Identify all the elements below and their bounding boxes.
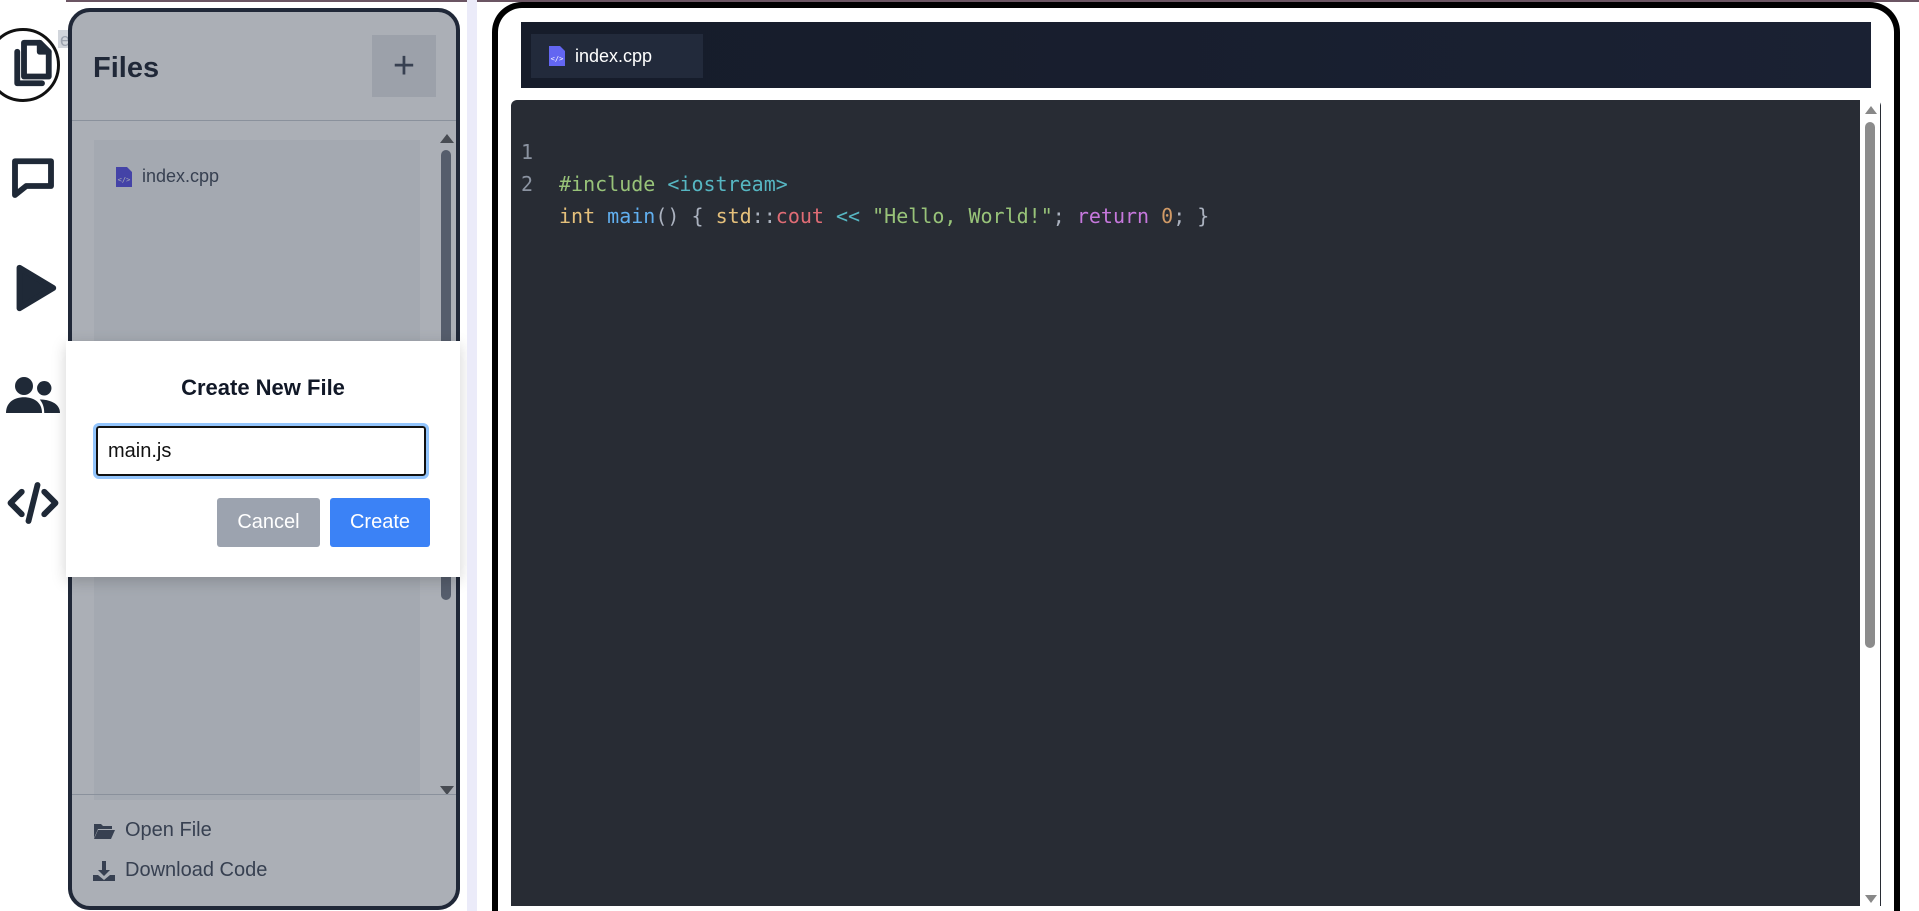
code-icon (7, 482, 59, 524)
dialog-title: Create New File (181, 375, 345, 400)
code-token: return (1076, 204, 1162, 228)
chat-activity-button[interactable] (0, 142, 66, 212)
cancel-button[interactable]: Cancel (217, 498, 320, 547)
code-line: 2 int main() { std::cout << "Hello, Worl… (511, 136, 1209, 228)
code-token: :: (751, 204, 776, 228)
scroll-up-arrow[interactable] (1865, 106, 1877, 114)
line-number: 2 (521, 172, 534, 196)
code-token: #include (559, 172, 668, 196)
activity-bar: es (0, 0, 98, 911)
code-line: 1 #include <iostream> (511, 104, 788, 196)
editor-tab-index-cpp[interactable]: </> index.cpp (531, 34, 703, 78)
users-icon (6, 377, 60, 413)
code-activity-button[interactable] (0, 468, 66, 538)
create-file-dialog: Create New File Cancel Create (66, 341, 460, 577)
panel-resizer[interactable] (467, 0, 477, 911)
code-token: <iostream> (667, 172, 788, 196)
file-name-input[interactable] (93, 423, 429, 479)
code-token: cout (775, 204, 824, 228)
create-button[interactable]: Create (330, 498, 430, 547)
code-text: int main() { std::cout << "Hello, World!… (559, 200, 1209, 232)
code-token: main (607, 204, 656, 228)
files-activity-button[interactable]: es (0, 28, 98, 102)
run-activity-button[interactable] (0, 253, 66, 323)
chat-icon (12, 158, 54, 198)
editor-scrollbar[interactable] (1860, 100, 1880, 906)
scroll-down-arrow[interactable] (1865, 895, 1877, 903)
run-icon (16, 264, 57, 312)
code-file-icon: </> (549, 46, 565, 66)
code-token: ; (1052, 204, 1077, 228)
code-editor[interactable]: 1 #include <iostream> 2 int main() { std… (511, 100, 1881, 906)
code-token: 0 (1161, 204, 1174, 228)
users-activity-button[interactable] (0, 360, 66, 430)
code-token: int (559, 204, 608, 228)
code-token: std (715, 204, 752, 228)
code-text: #include <iostream> (559, 168, 788, 200)
svg-text:</>: </> (551, 55, 564, 63)
editor-tab-bar: </> index.cpp (521, 22, 1871, 88)
scroll-thumb[interactable] (1865, 122, 1875, 648)
code-token: ; } (1173, 204, 1210, 228)
code-token: << (823, 204, 873, 228)
code-token: "Hello, World!" (872, 204, 1053, 228)
editor-tab-label: index.cpp (575, 45, 653, 66)
code-token: () { (655, 204, 716, 228)
